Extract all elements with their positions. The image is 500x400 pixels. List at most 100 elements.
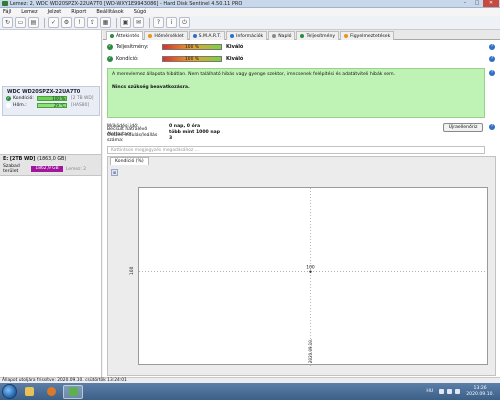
- title-bar: Lemez: 2, WDC WD20SPZX-22UA7T0 [WD-WXY1E…: [0, 0, 500, 8]
- app-icon: [2, 1, 8, 6]
- action-message: Nincs szükség beavatkozásra.: [112, 85, 190, 90]
- clock[interactable]: 13:26 2020.09.10.: [466, 386, 494, 398]
- health-rating: Kiváló: [226, 55, 244, 62]
- check-icon: ✓: [6, 96, 11, 101]
- help-icon[interactable]: ?: [489, 56, 495, 62]
- tab-health-percent[interactable]: Kondíció (%): [110, 157, 149, 165]
- comment-field[interactable]: Kattintson megjegyzés megadásához ...: [107, 146, 485, 154]
- test-icon[interactable]: ✓: [48, 17, 59, 28]
- minimize-button[interactable]: –: [459, 0, 471, 7]
- toolbar-separator: [44, 17, 45, 28]
- menu-settings[interactable]: Beállítások: [96, 9, 123, 15]
- data-point: [309, 270, 312, 273]
- recheck-button[interactable]: Újraellenőriz: [443, 123, 483, 132]
- taskbar-hdsentinel[interactable]: [63, 384, 83, 399]
- check-icon: ✓: [107, 43, 113, 50]
- help-icon[interactable]: ?: [489, 70, 495, 76]
- volume-card[interactable]: E: [2TB WD] (1863,0 GB) Szabad terület 1…: [0, 154, 101, 176]
- temperature-icon: [148, 34, 153, 38]
- toolbar: ↻ ▭ ▤ ✓ ⚙ ! ⇪ ▦ ▣ ✉ ? i ⏻: [0, 16, 500, 30]
- report-icon[interactable]: ▤: [28, 17, 39, 28]
- print-icon[interactable]: ▦: [100, 17, 111, 28]
- toolbar-separator: [116, 17, 117, 28]
- chart-svg: 100 2020.09.10.: [139, 188, 489, 366]
- menu-report[interactable]: Jelzet: [48, 9, 62, 15]
- start-button[interactable]: [2, 384, 17, 399]
- check-icon: ✓: [107, 55, 113, 62]
- refresh-icon[interactable]: ↻: [2, 17, 13, 28]
- menu-disk[interactable]: Lemez: [21, 9, 37, 15]
- help-icon[interactable]: ?: [153, 17, 164, 28]
- graph-settings-icon[interactable]: ⊞: [111, 169, 118, 176]
- free-space-row: Szabad terület 1862,9 GB Lemez: 2: [0, 162, 101, 174]
- toolbar-separator: [149, 17, 150, 28]
- alert-icon[interactable]: !: [74, 17, 85, 28]
- exit-icon[interactable]: ⏻: [179, 17, 190, 28]
- window-controls: – □ ✕: [459, 0, 499, 7]
- main-panel: Áttekintés Hőmérséklet S.M.A.R.T. Inform…: [103, 30, 500, 378]
- temperature-label: Hőm.:: [13, 103, 27, 108]
- tab-alerts[interactable]: Figyelmeztetések: [340, 31, 395, 40]
- network-icon[interactable]: [447, 389, 453, 394]
- x-tick-label: 2020.09.10.: [308, 339, 313, 363]
- disk-card[interactable]: WDC WD20SPZX-22UA7T0 ✓ Kondíció: 100 % […: [2, 86, 100, 116]
- export-icon[interactable]: ⇪: [87, 17, 98, 28]
- tab-log[interactable]: Napló: [268, 31, 296, 40]
- settings-icon[interactable]: ⚙: [61, 17, 72, 28]
- health-bar: 100 %: [37, 96, 67, 101]
- overview-icon: [110, 34, 114, 38]
- disk-icon[interactable]: ▭: [15, 17, 26, 28]
- log-icon: [272, 34, 277, 38]
- tab-smart[interactable]: S.M.A.R.T.: [188, 31, 226, 40]
- disk-name: WDC WD20SPZX-22UA7T0: [7, 89, 81, 95]
- volume-disk-label: Lemez: 2: [66, 166, 87, 172]
- mail-icon[interactable]: ✉: [133, 17, 144, 28]
- health-row: ✓ Kondíció: 100 % [2 TB WD]: [3, 95, 99, 102]
- taskbar: HU 13:26 2020.09.10.: [0, 383, 500, 400]
- free-space-bar: 1862,9 GB: [31, 166, 63, 172]
- temperature-bar: 29 °C: [37, 103, 67, 108]
- menu-file[interactable]: Fájl: [3, 9, 11, 15]
- uptime-value: 0 nap, 0 óra: [169, 123, 201, 129]
- performance-bar: 100 %: [162, 43, 222, 50]
- tab-temperature[interactable]: Hőmérséklet: [144, 31, 188, 40]
- volume-name: E: [2TB WD] (1863,0 GB): [3, 157, 67, 162]
- menu-report2[interactable]: Riport: [71, 9, 86, 15]
- tab-overview[interactable]: Áttekintés: [106, 31, 144, 40]
- data-label: 100: [306, 265, 315, 271]
- menu-help[interactable]: Súgó: [134, 9, 147, 15]
- tray-arrow-icon[interactable]: [439, 389, 445, 394]
- health-chart: 100 2020.09.10.: [138, 187, 489, 366]
- performance-row: ✓ Teljesítmény: 100 % Kiváló: [107, 42, 243, 51]
- thermometer-icon: [6, 103, 11, 108]
- lock-icon[interactable]: ▣: [120, 17, 131, 28]
- remaining-life-value: több mint 1000 nap: [169, 129, 220, 135]
- maximize-button[interactable]: □: [471, 0, 483, 7]
- taskbar-media[interactable]: [41, 385, 61, 399]
- help-icon[interactable]: ?: [489, 124, 495, 130]
- performance-label: Teljesítmény:: [116, 43, 149, 50]
- free-space-label: Szabad terület: [3, 164, 20, 174]
- status-message-box: A merevlemez állapota hibátlan. Nem talá…: [107, 68, 485, 118]
- information-icon: [230, 34, 235, 38]
- performance-rating: Kiváló: [226, 43, 244, 50]
- disk-list-panel: WDC WD20SPZX-22UA7T0 ✓ Kondíció: 100 % […: [0, 30, 102, 378]
- health-status-label: Kondíció:: [116, 55, 139, 62]
- alerts-icon: [344, 34, 349, 38]
- health-status-bar: 100 %: [162, 55, 222, 62]
- tab-performance[interactable]: Teljesítmény: [296, 31, 340, 40]
- disk-info: Működési idő: 0 nap, 0 óra Becsült hátral…: [107, 123, 437, 144]
- start-stop-value: 3: [169, 135, 173, 141]
- tab-information[interactable]: Információk: [226, 31, 268, 40]
- language-indicator[interactable]: HU: [426, 389, 433, 394]
- menu-bar: Fájl Lemez Jelzet Riport Beállítások Súg…: [0, 8, 500, 16]
- y-axis-label: 100: [130, 266, 135, 275]
- info-icon[interactable]: i: [166, 17, 177, 28]
- help-icon[interactable]: ?: [489, 44, 495, 50]
- performance-icon: [300, 34, 305, 38]
- disk-size-label: [2 TB WD]: [71, 96, 94, 101]
- taskbar-explorer[interactable]: [19, 385, 39, 399]
- health-status-row: ✓ Kondíció: 100 % Kiváló: [107, 54, 243, 63]
- volume-icon[interactable]: [455, 389, 461, 394]
- close-button[interactable]: ✕: [483, 0, 499, 7]
